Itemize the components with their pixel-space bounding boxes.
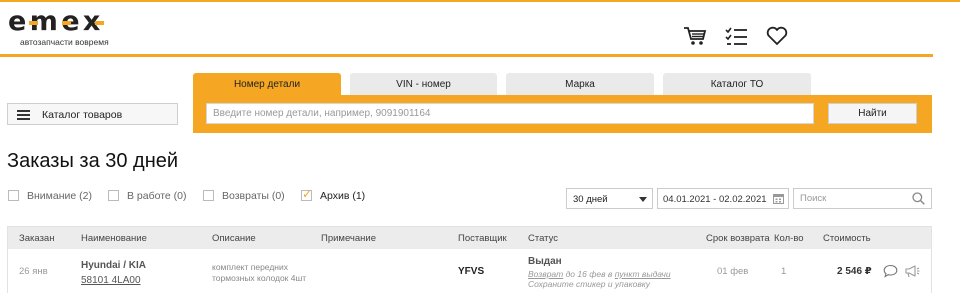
column-header: Статус [528,233,559,244]
top-accent-line [0,0,960,2]
checkbox[interactable] [8,190,19,201]
column-header: Примечание [321,233,376,244]
part-search-input[interactable] [206,103,814,124]
logo-dash [95,21,104,25]
return-link[interactable]: Возврат [528,269,563,279]
period-select[interactable]: 30 дней [566,188,653,209]
quantity: 1 [781,266,787,277]
heart-icon[interactable] [765,26,789,46]
status-hint: Сохраните стикер и упаковку [528,279,651,289]
comment-icon[interactable] [883,264,898,278]
date-range-field[interactable]: 04.01.2021 - 02.02.2021 [657,188,789,209]
search-icon[interactable] [912,192,925,205]
part-description: комплект передних [212,262,288,272]
return-deadline: 01 фев [717,266,749,277]
supplier: YFVS [458,266,485,277]
orders-table: Заказан Наименование Описание Примечание… [7,226,932,293]
column-header: Стоимость [823,233,871,244]
pickup-point-link[interactable]: пункт выдачи [615,269,671,279]
menu-icon [17,110,30,120]
tab-maintenance-catalog[interactable]: Каталог ТО [663,73,811,96]
status-return-info: Возврат до 16 фев в пункт выдачи [528,269,671,279]
column-header: Поставщик [458,233,507,244]
status-badge: Выдан [528,256,562,267]
part-brand: Hyundai / KIA [81,260,147,271]
checklist-icon[interactable] [725,26,749,46]
checkbox[interactable] [108,190,119,201]
logo-dash [62,21,71,25]
table-header: Заказан Наименование Описание Примечание… [8,227,931,249]
logo-tagline: автозапчасти вовремя [20,37,109,47]
order-date: 26 янв [19,266,48,277]
column-header: Наименование [81,233,147,244]
header-divider [0,54,933,57]
checkbox[interactable] [203,190,214,201]
orders-search [793,188,932,209]
part-description: тормозных колодок 4шт [212,273,307,283]
tab-vin[interactable]: VIN - номер [350,73,497,96]
table-row[interactable]: 26 янв Hyundai / KIA 58101 4LA00 комплек… [8,249,931,293]
column-header: Описание [212,233,256,244]
logo[interactable]: e m e x автозапчасти вовремя [8,8,128,48]
tab-brand[interactable]: Марка [506,73,654,96]
calendar-icon[interactable] [773,193,784,204]
checkmark-icon: ✓ [302,187,313,201]
page-title: Заказы за 30 дней [7,150,179,172]
column-header: Срок возврата [706,233,770,244]
catalog-label: Каталог товаров [42,109,123,121]
chevron-down-icon [639,197,647,202]
logo-dash [29,21,38,25]
catalog-button[interactable]: Каталог товаров [7,103,178,125]
orders-search-input[interactable] [794,189,909,208]
cost: 2 546 ₽ [837,266,872,277]
part-number-link[interactable]: 58101 4LA00 [81,275,141,286]
logo-wordmark: e m e x [8,6,100,37]
column-header: Кол-во [774,233,804,244]
megaphone-icon[interactable] [904,264,920,278]
cart-icon[interactable] [683,26,707,46]
tab-part-number[interactable]: Номер детали [193,73,341,96]
find-button[interactable]: Найти [828,103,917,124]
column-header: Заказан [19,233,55,244]
